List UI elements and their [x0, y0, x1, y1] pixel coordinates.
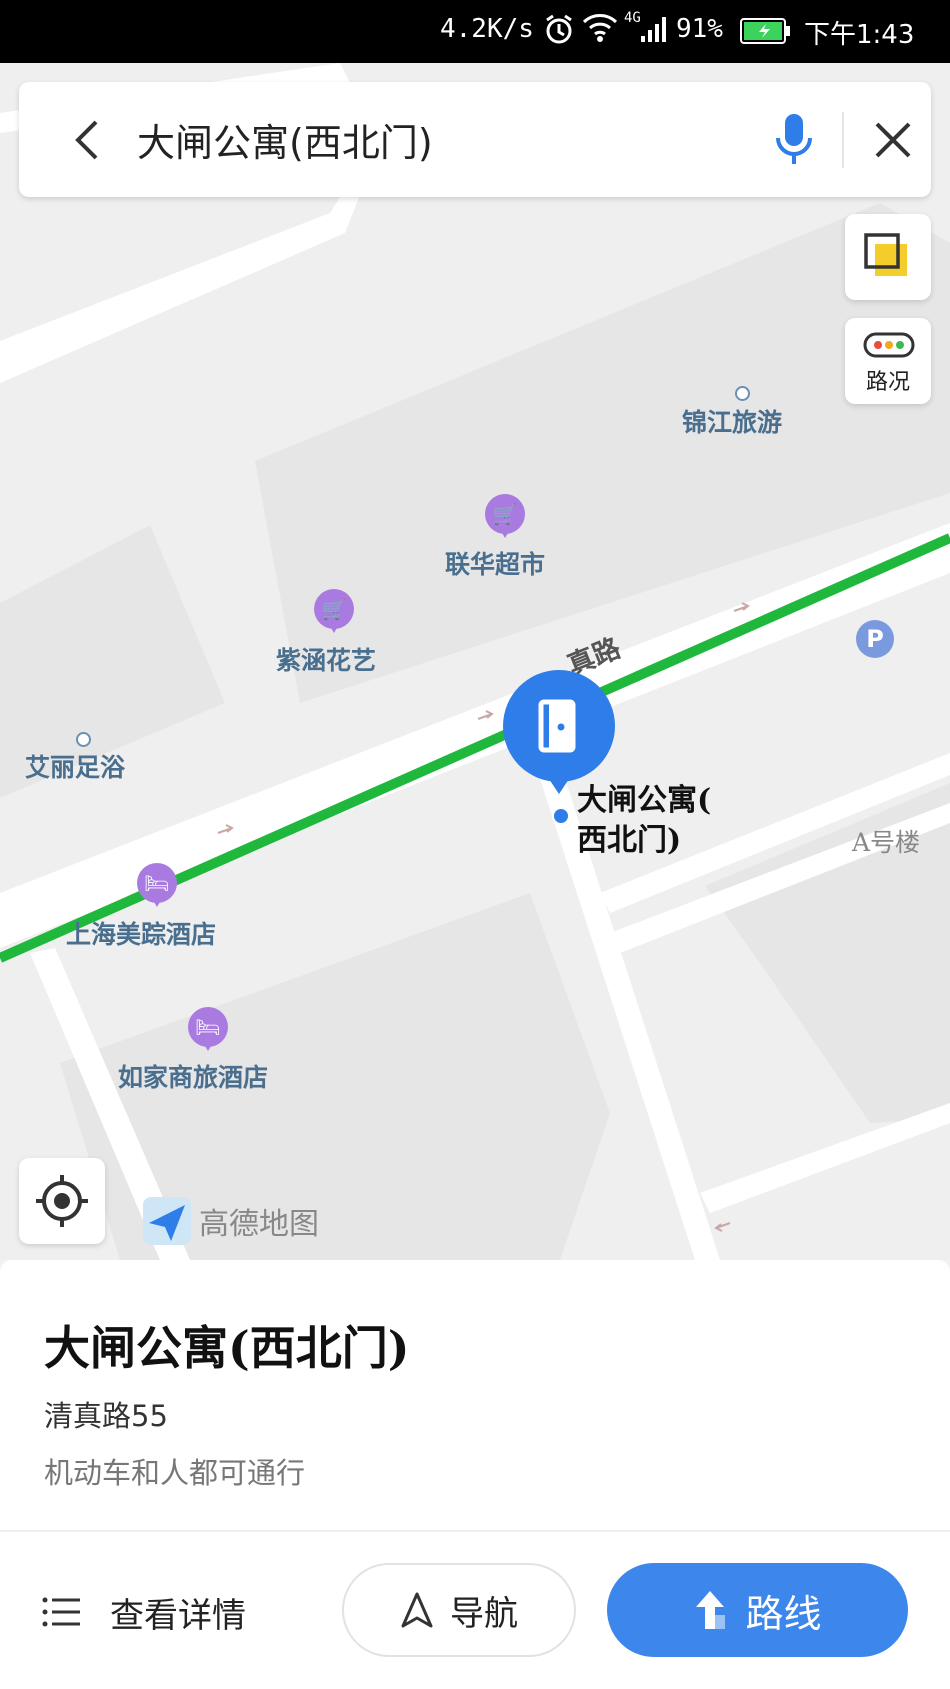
traffic-button[interactable]: 路况: [845, 318, 931, 404]
poi-label-rujia[interactable]: 如家商旅酒店: [118, 1058, 268, 1094]
divider: [0, 1530, 950, 1532]
selected-poi-label-line2[interactable]: 西北门): [577, 815, 681, 859]
map-view[interactable]: 真路 锦江旅游 🛒 联华超市 🛒 紫涵花艺 艾丽足浴 🛏 上海美踪酒店 🛏 如家…: [0, 63, 950, 1260]
poi-label-jinjiang[interactable]: 锦江旅游: [682, 403, 782, 439]
search-bar[interactable]: 大闸公寓(西北门): [19, 82, 931, 197]
building-label-a: A号楼: [852, 828, 921, 857]
poi-label-lianhua[interactable]: 联华超市: [445, 545, 545, 581]
divider: [842, 112, 844, 168]
layers-icon: [864, 233, 907, 276]
hotel-bed-poi-icon[interactable]: 🛏: [137, 863, 177, 911]
traffic-label: 路况: [865, 370, 910, 395]
place-detail-panel: 大闸公寓(西北门) 清真路55 机动车和人都可通行 查看详情 导航 路线: [0, 1260, 950, 1689]
chevron-left-icon[interactable]: [57, 110, 117, 170]
alarm-icon: [542, 12, 576, 53]
network-speed: 4.2K/s: [440, 14, 534, 44]
search-query[interactable]: 大闸公寓(西北门): [137, 112, 433, 167]
list-icon: [42, 1597, 80, 1627]
shopping-cart-poi-icon[interactable]: 🛒: [485, 494, 525, 542]
locate-button[interactable]: [19, 1158, 105, 1244]
view-details-label: 查看详情: [110, 1595, 246, 1636]
navigation-arrow-icon: [401, 1592, 433, 1628]
navigate-label: 导航: [450, 1593, 518, 1634]
clock: 下午1:43: [804, 20, 915, 50]
status-bar: 4.2K/s 4G 91% 下午1:43: [0, 0, 950, 63]
battery-icon: [740, 18, 792, 51]
parking-icon[interactable]: P: [856, 620, 894, 658]
network-type: 4G: [624, 10, 641, 26]
place-access: 机动车和人都可通行: [44, 1456, 306, 1490]
route-arrow-icon: [696, 1591, 726, 1629]
poi-label-zihan[interactable]: 紫涵花艺: [276, 641, 376, 677]
shopping-cart-poi-icon[interactable]: 🛒: [314, 589, 354, 637]
logo-text: 高德地图: [199, 1207, 319, 1242]
hotel-bed-poi-icon[interactable]: 🛏: [188, 1007, 228, 1055]
traffic-light-icon: [863, 332, 915, 358]
poi-dot-aili: [76, 732, 91, 747]
poi-label-shanghai-hotel[interactable]: 上海美踪酒店: [66, 915, 216, 951]
route-button[interactable]: 路线: [607, 1563, 908, 1657]
navigate-button[interactable]: 导航: [342, 1563, 576, 1657]
layers-button[interactable]: [845, 214, 931, 300]
amap-logo: 高德地图: [143, 1196, 319, 1246]
selected-poi-label-line1[interactable]: 大闸公寓(: [577, 775, 711, 819]
route-label: 路线: [745, 1591, 822, 1636]
crosshair-icon: [36, 1175, 88, 1227]
signal-icon: [640, 14, 670, 51]
wifi-icon: [582, 12, 618, 51]
microphone-icon[interactable]: [769, 110, 819, 170]
amap-logo-icon: [143, 1197, 191, 1245]
poi-label-aili[interactable]: 艾丽足浴: [25, 748, 125, 784]
close-icon[interactable]: [865, 112, 921, 168]
place-title: 大闸公寓(西北门): [44, 1321, 410, 1375]
battery-percent: 91%: [676, 14, 723, 44]
view-details-button[interactable]: 查看详情: [42, 1572, 246, 1652]
location-dot: [552, 807, 570, 825]
poi-dot-jinjiang: [735, 386, 750, 401]
place-address: 清真路55: [44, 1399, 168, 1433]
